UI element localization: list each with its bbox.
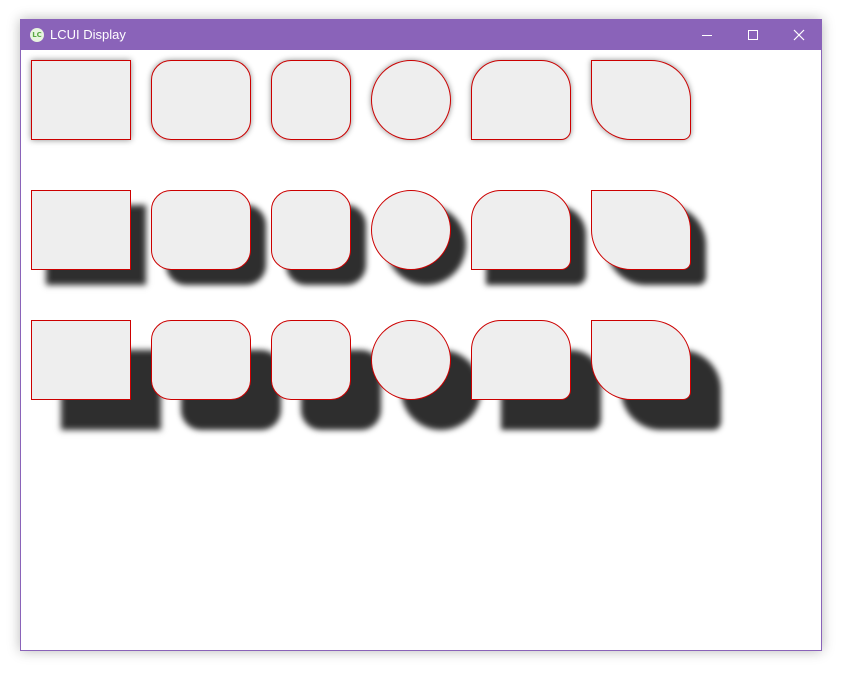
close-button[interactable] [776,20,822,50]
rounded-box [151,320,251,400]
shape-row-blur-shadow [21,60,821,180]
square-box [31,190,131,270]
shape-row-large-offset-shadow [21,320,821,440]
maximize-button[interactable] [730,20,776,50]
client-area [21,50,821,650]
circle-box [371,320,451,400]
circle-box [371,190,451,270]
app-window: LC LCUI Display [20,19,822,651]
rounded-top-box [471,320,571,400]
square-box [31,60,131,140]
rounded-top-box [471,60,571,140]
leaf-box [591,60,691,140]
rounded-top-box [471,190,571,270]
title-bar[interactable]: LC LCUI Display [21,20,821,50]
rounded-small-box [271,60,351,140]
close-icon [793,29,805,41]
maximize-icon [748,30,758,40]
leaf-box [591,190,691,270]
rounded-box [151,60,251,140]
minimize-icon [702,35,712,36]
leaf-box [591,320,691,400]
lcui-logo-icon: LC [30,28,44,42]
rounded-small-box [271,190,351,270]
square-box [31,320,131,400]
window-title: LCUI Display [50,27,126,42]
rounded-box [151,190,251,270]
minimize-button[interactable] [684,20,730,50]
shape-row-offset-shadow [21,190,821,310]
circle-box [371,60,451,140]
rounded-small-box [271,320,351,400]
